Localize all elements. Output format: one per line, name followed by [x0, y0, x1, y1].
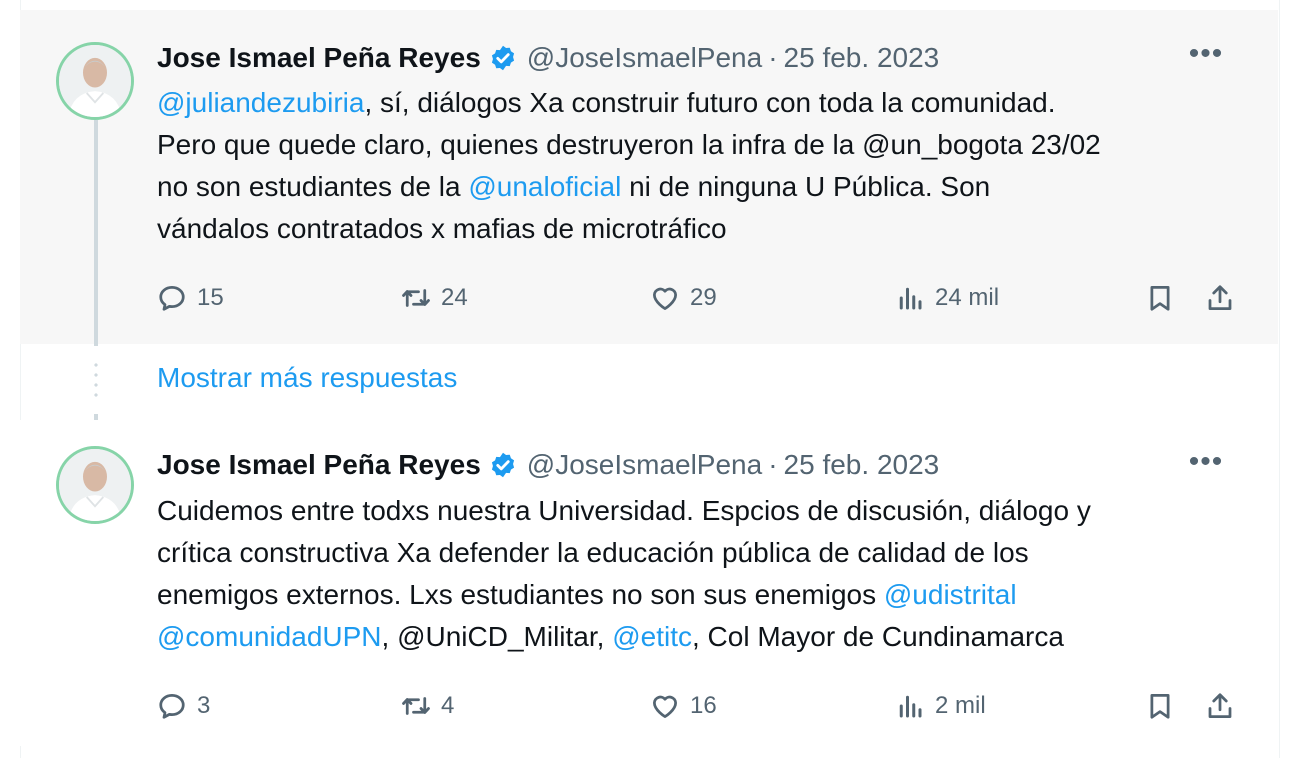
reply-count: 3: [197, 692, 211, 719]
tweet-header: Jose Ismael Peña Reyes @JoseIsmaelPena ·…: [157, 38, 939, 78]
tweet-text-line: enemigos externos. Lxs estudiantes no so…: [157, 574, 1257, 616]
mention-link[interactable]: @unaloficial: [468, 171, 621, 202]
action-bar: 3 4 16 2 mil: [157, 686, 1257, 726]
author-name[interactable]: Jose Ismael Peña Reyes: [157, 42, 481, 74]
mention-link[interactable]: @juliandezubiria: [157, 87, 364, 118]
tweet-text-line: crítica constructiva Xa defender la educ…: [157, 532, 1257, 574]
author-handle[interactable]: @JoseIsmaelPena: [527, 449, 762, 481]
text-segment: Cuidemos entre todxs nuestra Universidad…: [157, 495, 1091, 526]
bookmark-button[interactable]: [1145, 686, 1175, 726]
tweet-text-line: Pero que quede claro, quienes destruyero…: [157, 124, 1257, 166]
verified-badge-icon: [489, 44, 517, 72]
mention-link[interactable]: @comunidadUPN: [157, 621, 382, 652]
author-name[interactable]: Jose Ismael Peña Reyes: [157, 449, 481, 481]
bookmark-icon: [1150, 694, 1170, 719]
mention-link[interactable]: @udistrital: [884, 579, 1017, 610]
avatar[interactable]: [56, 42, 134, 120]
retweet-icon: [402, 289, 430, 307]
verified-badge-icon: [489, 451, 517, 479]
thread-dots: [94, 360, 98, 400]
retweet-count: 24: [441, 284, 468, 311]
tweet-header: Jose Ismael Peña Reyes @JoseIsmaelPena ·…: [157, 445, 939, 485]
heart-icon: [653, 287, 677, 310]
like-button[interactable]: 16: [650, 686, 717, 726]
retweet-count: 4: [441, 692, 455, 719]
views-button[interactable]: 2 mil: [895, 686, 986, 726]
tweet-text-line: no son estudiantes de la @unaloficial ni…: [157, 166, 1257, 208]
heart-icon: [653, 695, 677, 718]
tweet-text: Cuidemos entre todxs nuestra Universidad…: [157, 490, 1257, 658]
views-icon: [899, 287, 922, 310]
share-button[interactable]: [1205, 278, 1235, 318]
tweet-text-line: Cuidemos entre todxs nuestra Universidad…: [157, 490, 1257, 532]
retweet-icon: [402, 697, 430, 715]
tweet-text-line: vándalos contratados x mafias de microtr…: [157, 208, 1257, 250]
separator: ·: [768, 42, 778, 73]
text-segment: , @UniCD_Militar,: [381, 621, 613, 652]
text-segment: crítica constructiva Xa defender la educ…: [157, 537, 1029, 568]
tweet-text: @juliandezubiria, sí, diálogos Xa constr…: [157, 82, 1257, 250]
retweet-button[interactable]: 4: [401, 686, 454, 726]
avatar[interactable]: [56, 446, 134, 524]
like-count: 29: [690, 284, 717, 311]
more-icon[interactable]: •••: [1186, 39, 1226, 74]
tweet[interactable]: Jose Ismael Peña Reyes @JoseIsmaelPena ·…: [20, 420, 1278, 746]
reply-icon: [159, 286, 185, 311]
views-count: 2 mil: [935, 692, 986, 719]
reply-button[interactable]: 3: [157, 686, 210, 726]
text-segment: , Col Mayor de Cundinamarca: [692, 621, 1064, 652]
like-button[interactable]: 29: [650, 278, 717, 318]
bookmark-button[interactable]: [1145, 278, 1175, 318]
text-segment: , sí, diálogos Xa construir futuro con t…: [364, 87, 1056, 118]
text-segment: ni de ninguna U Pública. Son: [621, 171, 991, 202]
action-bar: 15 24 29 24 mil: [157, 278, 1257, 318]
share-icon: [1208, 693, 1232, 718]
tweet-date[interactable]: 25 feb. 2023: [784, 449, 940, 481]
views-icon: [899, 695, 922, 718]
views-button[interactable]: 24 mil: [895, 278, 999, 318]
thread-line: [94, 120, 98, 346]
tweet-text-line: @comunidadUPN, @UniCD_Militar, @etitc, C…: [157, 616, 1257, 658]
text-segment: Pero que quede claro, quienes destruyero…: [157, 129, 1101, 160]
reply-count: 15: [197, 284, 224, 311]
bookmark-icon: [1150, 286, 1170, 311]
reply-icon: [159, 694, 185, 719]
tweet-text-line: @juliandezubiria, sí, diálogos Xa constr…: [157, 82, 1257, 124]
tweet[interactable]: Jose Ismael Peña Reyes @JoseIsmaelPena ·…: [20, 10, 1278, 344]
like-count: 16: [690, 692, 717, 719]
views-count: 24 mil: [935, 284, 1000, 311]
text-segment: enemigos externos. Lxs estudiantes no so…: [157, 579, 884, 610]
author-handle[interactable]: @JoseIsmaelPena: [527, 42, 762, 74]
tweet-date[interactable]: 25 feb. 2023: [784, 42, 940, 74]
text-segment: no son estudiantes de la: [157, 171, 469, 202]
show-more-replies-link[interactable]: Mostrar más respuestas: [157, 362, 457, 394]
retweet-button[interactable]: 24: [401, 278, 468, 318]
share-icon: [1208, 285, 1232, 310]
mention-link[interactable]: @etitc: [612, 621, 692, 652]
text-segment: vándalos contratados x mafias de microtr…: [157, 213, 727, 244]
separator: ·: [768, 449, 778, 480]
reply-button[interactable]: 15: [157, 278, 224, 318]
more-icon[interactable]: •••: [1186, 447, 1226, 482]
share-button[interactable]: [1205, 686, 1235, 726]
